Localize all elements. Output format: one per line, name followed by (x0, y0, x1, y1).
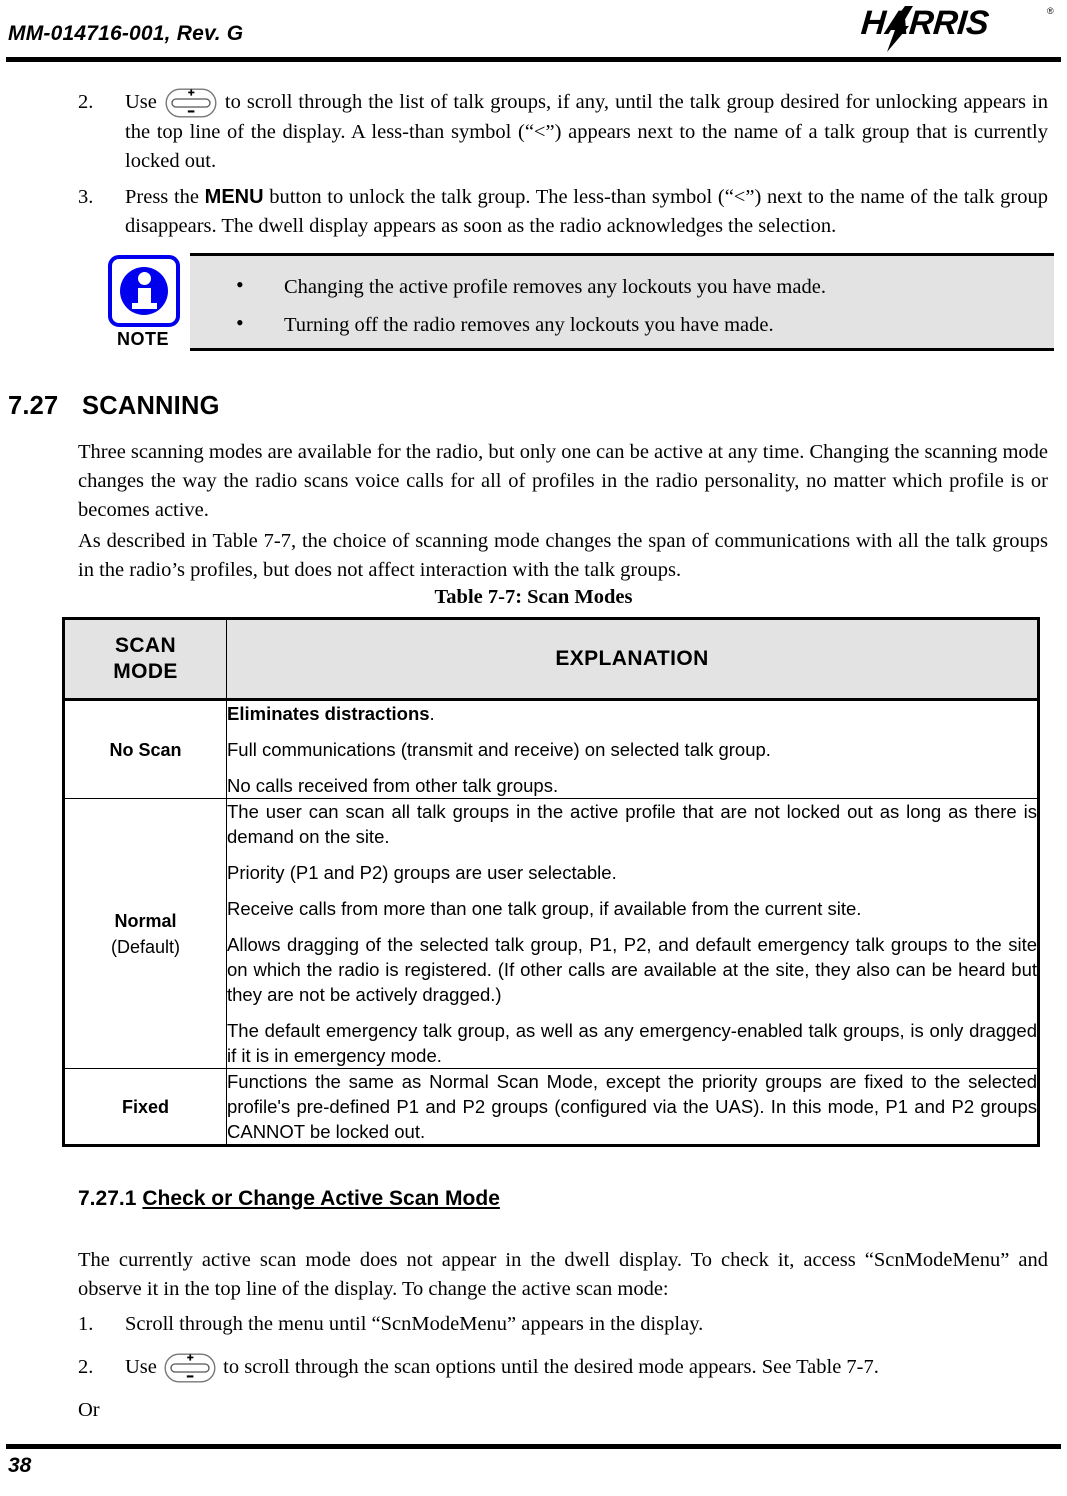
note-block: NOTE • Changing the active profile remov… (70, 253, 1054, 359)
table-head: SCAN MODE EXPLANATION (63, 618, 1039, 701)
step-2-body: Use to scroll through the list of talk g… (125, 88, 1048, 176)
scan-mode-name: Normal (114, 910, 177, 931)
explanation-paragraph: No calls received from other talk groups… (227, 775, 559, 796)
subsection-step-2-text-after: to scroll through the scan options until… (218, 1356, 879, 1378)
step-3-number: 3. (78, 186, 94, 208)
menu-button-label: MENU (204, 186, 264, 208)
subsection-step-2: 2. Use to scroll through the scan option… (78, 1353, 1048, 1383)
step-2-text-after: to scroll through the list of talk group… (125, 91, 1048, 172)
step-3: 3. Press the MENU button to unlock the t… (78, 183, 1048, 241)
or-text: Or (78, 1399, 100, 1421)
subsection-heading-7-27-1: 7.27.1 Check or Change Active Scan Mode (78, 1187, 878, 1211)
subsection-step-1: 1. Scroll through the menu until “ScnMod… (78, 1310, 1048, 1339)
step-2-number: 2. (78, 91, 94, 113)
rocker-switch-icon[interactable] (164, 1353, 216, 1383)
info-icon-dot (138, 272, 151, 285)
subsection-step-1-number: 1. (78, 1313, 94, 1335)
note-label: NOTE (116, 329, 169, 349)
section-heading-7-27: 7.27 SCANNING (8, 392, 608, 421)
harris-logo: HARRIS ® (860, 2, 1061, 54)
explanation-paragraph: Receive calls from more than one talk gr… (227, 898, 862, 919)
subsection-intro: The currently active scan mode does not … (78, 1249, 1048, 1300)
explanation-paragraph: Full communications (transmit and receiv… (227, 739, 771, 760)
subsection-step-2-body: Use to scroll through the scan options u… (125, 1353, 1048, 1383)
table-row: No Scan Eliminates distractions. Full co… (63, 699, 1039, 799)
step-2-text-before: Use (125, 91, 163, 113)
note-bullet-text: Turning off the radio removes any lockou… (284, 314, 774, 336)
column-header-scan-mode: SCAN MODE (63, 618, 227, 701)
scan-mode-sublabel: (Default) (110, 936, 181, 957)
document-id: MM-014716-001, Rev. G (8, 22, 244, 45)
section-title: SCANNING (82, 392, 220, 420)
rocker-switch-icon[interactable] (165, 88, 217, 118)
document-page: MM-014716-001, Rev. G HARRIS ® 2. Use to… (0, 0, 1067, 1496)
explanation-paragraph: Priority (P1 and P2) groups are user sel… (227, 862, 617, 883)
page-footer: 38 (0, 1436, 1067, 1496)
explanation-rest: . (429, 703, 435, 724)
scan-mode-name: Fixed (121, 1096, 169, 1117)
page-header: MM-014716-001, Rev. G HARRIS ® (0, 0, 1067, 64)
note-bullet-item: • Turning off the radio removes any lock… (228, 310, 1028, 340)
table-row: Normal (Default) The user can scan all t… (63, 798, 1039, 1069)
scan-mode-header-line2: MODE (113, 660, 178, 683)
section-number: 7.27 (8, 392, 59, 420)
info-icon-base (132, 303, 157, 309)
bullet-glyph: • (236, 272, 244, 297)
scan-mode-name: No Scan (109, 739, 182, 760)
cell-explanation: Functions the same as Normal Scan Mode, … (226, 1068, 1039, 1146)
step-3-body: Press the MENU button to unlock the talk… (125, 183, 1048, 241)
section-paragraph-2: As described in Table 7-7, the choice of… (78, 530, 1048, 581)
explanation-paragraph: The default emergency talk group, as wel… (227, 1020, 1037, 1066)
explanation-paragraph: Allows dragging of the selected talk gro… (227, 934, 1037, 1005)
note-bullet-list: • Changing the active profile removes an… (228, 272, 1028, 348)
note-bullet-text: Changing the active profile removes any … (284, 276, 826, 298)
subsection-title: Check or Change Active Scan Mode (142, 1187, 500, 1210)
header-divider (6, 57, 1061, 62)
explanation-paragraph: Functions the same as Normal Scan Mode, … (227, 1071, 1037, 1142)
cell-scan-mode: Normal (Default) (63, 798, 227, 1069)
scan-mode-header-line1: SCAN (114, 634, 177, 657)
table-body: No Scan Eliminates distractions. Full co… (63, 699, 1039, 1146)
note-bullet-item: • Changing the active profile removes an… (228, 272, 1028, 302)
explanation-paragraph: The user can scan all talk groups in the… (227, 801, 1037, 847)
note-panel: • Changing the active profile removes an… (190, 253, 1054, 351)
step-2: 2. Use to scroll through the list of tal… (78, 88, 1048, 176)
column-header-explanation: EXPLANATION (226, 618, 1039, 701)
bullet-glyph: • (236, 310, 244, 335)
svg-text:HARRIS: HARRIS (861, 4, 991, 42)
subsection-step-2-text-before: Use (125, 1356, 163, 1378)
page-number: 38 (8, 1454, 32, 1477)
subsection-step-1-body: Scroll through the menu until “ScnModeMe… (125, 1313, 704, 1335)
note-icon-group: NOTE (95, 255, 191, 359)
cell-scan-mode: Fixed (63, 1068, 227, 1146)
table-row: Fixed Functions the same as Normal Scan … (63, 1068, 1039, 1146)
svg-text:®: ® (1047, 6, 1054, 16)
info-icon (108, 255, 180, 327)
scan-modes-table: SCAN MODE EXPLANATION No Scan Eliminates… (62, 617, 1040, 1147)
table-header-row: SCAN MODE EXPLANATION (63, 618, 1039, 701)
cell-scan-mode: No Scan (63, 699, 227, 799)
cell-explanation: The user can scan all talk groups in the… (226, 798, 1039, 1069)
explanation-paragraph: Eliminates distractions. (227, 701, 1037, 726)
step-3-text-part1: Press the (125, 186, 205, 208)
cell-explanation: Eliminates distractions. Full communicat… (226, 699, 1039, 799)
footer-divider (6, 1444, 1061, 1449)
table-caption: Table 7-7: Scan Modes (434, 586, 633, 608)
step-3-text-part2: button to unlock the talk group. The les… (125, 186, 1048, 237)
subsection-number: 7.27.1 (78, 1187, 137, 1210)
section-paragraph-1: Three scanning modes are available for t… (78, 441, 1048, 521)
subsection-step-2-number: 2. (78, 1356, 94, 1378)
explanation-bold: Eliminates distractions (227, 703, 430, 724)
